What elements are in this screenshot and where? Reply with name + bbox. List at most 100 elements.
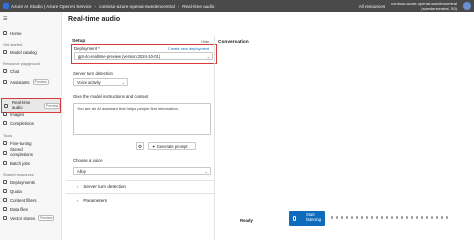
- sidebar-item-label: Assistants: [10, 79, 30, 85]
- parameters-section[interactable]: › Parameters: [77, 198, 107, 203]
- breadcrumb-resource[interactable]: contoso-azure-openai-swedencentral: [99, 4, 175, 9]
- voice-value: Alloy: [77, 169, 86, 174]
- label-line: completions: [10, 152, 33, 157]
- sidebar-item-quota[interactable]: Quota: [0, 188, 62, 194]
- deployment-label: Deployment *: [74, 46, 100, 51]
- sidebar-item-vector-stores[interactable]: Vector stores Preview: [0, 215, 62, 221]
- chevron-down-icon: ⌄: [204, 169, 208, 174]
- sidebar-item-chat[interactable]: Chat: [0, 68, 62, 74]
- avatar[interactable]: [463, 2, 471, 10]
- audio-bar: [441, 216, 443, 219]
- create-deployment-link[interactable]: Create new deployment: [168, 46, 209, 51]
- sidebar-item-deployments[interactable]: Deployments: [0, 179, 62, 185]
- sidebar-item-content-filters[interactable]: Content filters: [0, 197, 62, 203]
- microphone-icon: [293, 216, 296, 221]
- fine-tuning-icon: [3, 141, 7, 145]
- sidebar-item-label: Content filters: [10, 197, 37, 203]
- audio-bar: [431, 216, 433, 219]
- audio-bar: [376, 216, 378, 219]
- sidebar-section-tools: Tools: [3, 133, 13, 138]
- status-text: Ready: [240, 218, 253, 223]
- instructions-textarea[interactable]: You are an AI assistant that helps peopl…: [73, 103, 211, 135]
- sidebar-item-fine-tuning[interactable]: Fine-tuning: [0, 140, 62, 146]
- audio-bar: [411, 216, 413, 219]
- catalog-icon: [3, 50, 7, 54]
- assistant-icon: [3, 80, 7, 84]
- sidebar-item-label: Vector stores: [10, 215, 36, 221]
- sidebar-item-home[interactable]: Home: [0, 30, 62, 36]
- brand-title[interactable]: Azure AI Studio | Azure OpenAI Service: [11, 4, 92, 9]
- sidebar-item-stored-completions[interactable]: Stored completions: [0, 148, 62, 158]
- section-label: Parameters: [83, 198, 108, 203]
- audio-bar: [366, 216, 368, 219]
- sidebar-item-data-files[interactable]: Data files: [0, 206, 62, 212]
- vector-store-icon: [3, 216, 7, 220]
- azure-logo-icon[interactable]: [3, 3, 9, 9]
- preview-badge: Preview: [44, 103, 61, 109]
- settings-icon[interactable]: ⚙: [136, 142, 144, 150]
- sidebar-section-shared: Shared resources: [3, 172, 34, 177]
- audio-bar: [446, 216, 448, 219]
- panel-divider: [214, 36, 215, 240]
- sidebar-item-label: Quota: [10, 188, 22, 194]
- audio-bar: [406, 216, 408, 219]
- breadcrumb-separator: ›: [94, 3, 97, 9]
- sidebar-item-images[interactable]: Images: [0, 111, 62, 117]
- audio-bar: [436, 216, 438, 219]
- chevron-right-icon: ›: [77, 198, 79, 203]
- top-bar: Azure AI Studio | Azure OpenAI Service ›…: [0, 0, 474, 12]
- turn-detection-value: Voice activity: [77, 80, 101, 85]
- audio-bar: [396, 216, 398, 219]
- audio-bar: [386, 216, 388, 219]
- voice-label: Choose a voice: [73, 158, 103, 163]
- all-resources-link[interactable]: All resources: [359, 4, 386, 9]
- divider: [66, 193, 214, 194]
- turn-detection-label: Server turn detection: [73, 71, 113, 76]
- sidebar-item-completions[interactable]: Completions: [0, 120, 62, 126]
- audio-bar: [371, 216, 373, 219]
- sidebar-item-model-catalog[interactable]: Model catalog: [0, 49, 62, 55]
- sidebar-item-batch-jobs[interactable]: Batch jobs: [0, 160, 62, 166]
- collapse-menu-icon[interactable]: ☰: [3, 16, 7, 22]
- sidebar-item-label: Stored completions: [10, 148, 33, 157]
- audio-bar: [426, 216, 428, 219]
- deployment-highlight: Deployment * Create new deployment gpt-4…: [71, 44, 217, 64]
- start-listening-button[interactable]: Start listening: [289, 211, 325, 226]
- deployment-select[interactable]: gpt-4o-realtime-preview (version:2024-10…: [74, 52, 213, 60]
- chat-icon: [3, 69, 7, 73]
- breadcrumb-page[interactable]: Real-time audio: [182, 4, 214, 9]
- home-icon: [3, 31, 7, 35]
- audio-bar: [341, 216, 343, 219]
- sidebar-item-label: Model catalog: [10, 49, 37, 55]
- file-icon: [3, 207, 7, 211]
- turn-detection-select[interactable]: Voice activity ⌄: [73, 78, 128, 86]
- conversation-title: Conversation: [218, 40, 249, 45]
- sidebar-section-get-started: Get started: [3, 42, 23, 47]
- audio-bar: [401, 216, 403, 219]
- account-region: (swedencentral, S0): [421, 6, 457, 11]
- image-icon: [3, 112, 7, 116]
- sidebar-item-label: Fine-tuning: [10, 140, 32, 146]
- generate-prompt-label: Generate prompt: [156, 144, 188, 149]
- audio-icon: [4, 104, 8, 108]
- page-title: Real-time audio: [68, 16, 121, 23]
- sidebar-item-label: Chat: [10, 68, 20, 74]
- server-turn-detection-section[interactable]: › Server turn detection: [77, 184, 126, 189]
- batch-icon: [3, 161, 7, 165]
- audio-bar: [351, 216, 353, 219]
- audio-bar: [381, 216, 383, 219]
- sidebar-item-label: Home: [10, 30, 22, 36]
- breadcrumb-separator: ›: [177, 3, 180, 9]
- voice-select[interactable]: Alloy ⌄: [73, 167, 211, 175]
- sidebar-item-assistants[interactable]: Assistants Preview: [0, 79, 62, 85]
- shield-icon: [3, 198, 7, 202]
- completions-icon: [3, 121, 7, 125]
- audio-level-indicator: [331, 216, 448, 219]
- generate-prompt-button[interactable]: ✦ Generate prompt: [148, 142, 196, 150]
- account-info[interactable]: contoso-azure-openai-swedencentral (swed…: [391, 1, 457, 11]
- audio-bar: [356, 216, 358, 219]
- sidebar-item-label: Completions: [10, 120, 34, 126]
- sidebar: ☰ Home Get started Model catalog Resourc…: [0, 12, 62, 240]
- sidebar-item-label: Images: [10, 111, 25, 117]
- chevron-right-icon: ›: [77, 184, 79, 189]
